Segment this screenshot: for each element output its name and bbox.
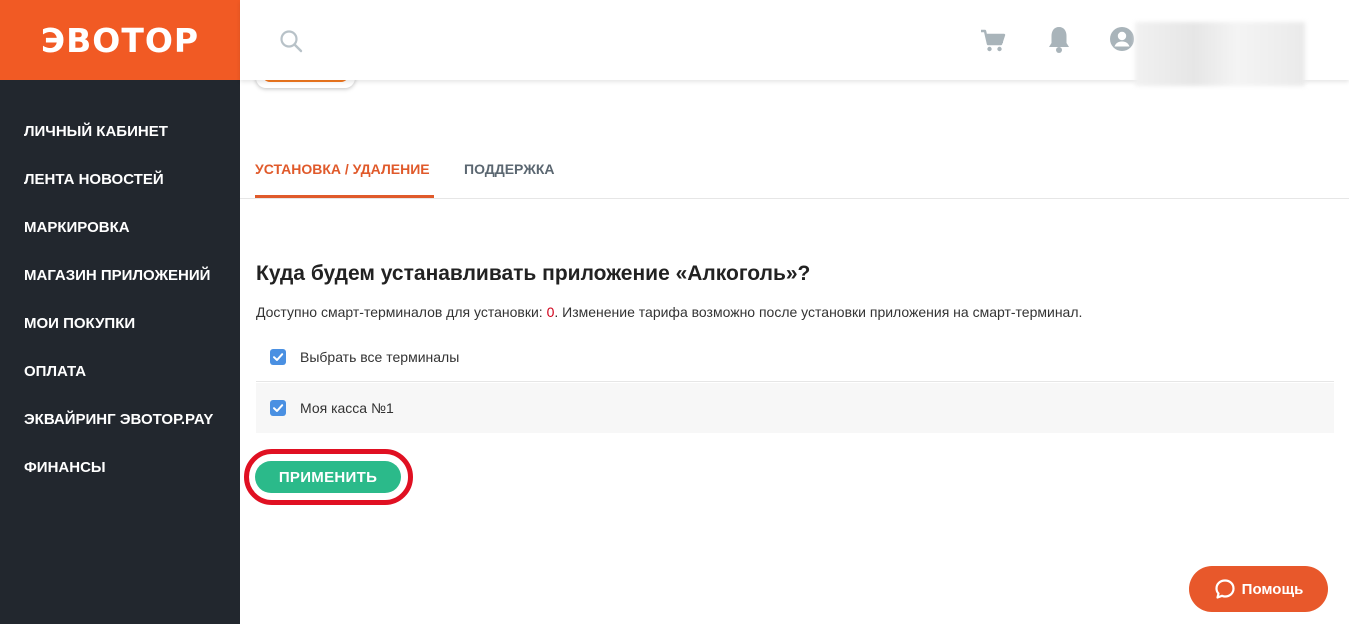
terminal-label[interactable]: Моя касса №1 <box>300 400 394 416</box>
sidebar-nav: ЛИЧНЫЙ КАБИНЕТ ЛЕНТА НОВОСТЕЙ МАРКИРОВКА… <box>0 108 240 492</box>
available-text-prefix: Доступно смарт-терминалов для установки: <box>256 304 547 320</box>
select-all-label[interactable]: Выбрать все терминалы <box>300 349 459 365</box>
top-bar <box>240 0 1349 86</box>
apply-button[interactable]: ПРИМЕНИТЬ <box>255 461 401 493</box>
sidebar-item-my-purchases[interactable]: МОИ ПОКУПКИ <box>0 300 240 348</box>
select-all-row: Выбрать все терминалы <box>256 332 1334 382</box>
available-terminals-text: Доступно смарт-терминалов для установки:… <box>256 304 1082 320</box>
select-all-checkbox[interactable] <box>270 348 286 365</box>
sidebar-item-payment[interactable]: ОПЛАТА <box>0 348 240 396</box>
cart-icon[interactable] <box>979 26 1007 54</box>
user-icon[interactable] <box>1109 26 1135 52</box>
terminal-checkbox[interactable] <box>270 400 286 416</box>
page-title: Куда будем устанавливать приложение «Алк… <box>256 262 811 285</box>
tab-install-remove[interactable]: УСТАНОВКА / УДАЛЕНИЕ <box>255 161 430 177</box>
logo[interactable]: ЭВОТОР <box>0 0 240 80</box>
sidebar-item-finance[interactable]: ФИНАНСЫ <box>0 444 240 492</box>
sidebar: ЭВОТОР ЛИЧНЫЙ КАБИНЕТ ЛЕНТА НОВОСТЕЙ МАР… <box>0 0 240 624</box>
check-icon <box>273 404 284 412</box>
terminal-row: Моя касса №1 <box>256 383 1334 433</box>
bell-icon[interactable] <box>1046 24 1072 54</box>
help-label: Помощь <box>1241 580 1304 598</box>
tab-support[interactable]: ПОДДЕРЖКА <box>464 161 555 177</box>
active-tab-indicator <box>255 195 434 198</box>
check-icon <box>273 352 284 361</box>
logo-text: ЭВОТОР <box>40 20 200 60</box>
sidebar-item-news-feed[interactable]: ЛЕНТА НОВОСТЕЙ <box>0 156 240 204</box>
user-name-redacted[interactable] <box>1135 22 1305 86</box>
search-icon[interactable] <box>278 28 304 54</box>
sidebar-item-acquiring[interactable]: ЭКВАЙРИНГ ЭВОТОР.PAY <box>0 396 240 444</box>
help-button[interactable]: Помощь <box>1189 566 1328 612</box>
sidebar-item-personal-account[interactable]: ЛИЧНЫЙ КАБИНЕТ <box>0 108 240 156</box>
available-text-suffix: . Изменение тарифа возможно после устано… <box>554 304 1083 320</box>
chat-bubble-icon <box>1215 579 1235 599</box>
tabs: УСТАНОВКА / УДАЛЕНИЕ ПОДДЕРЖКА <box>240 140 1349 199</box>
sidebar-item-marking[interactable]: МАРКИРОВКА <box>0 204 240 252</box>
sidebar-item-app-store[interactable]: МАГАЗИН ПРИЛОЖЕНИЙ <box>0 252 240 300</box>
